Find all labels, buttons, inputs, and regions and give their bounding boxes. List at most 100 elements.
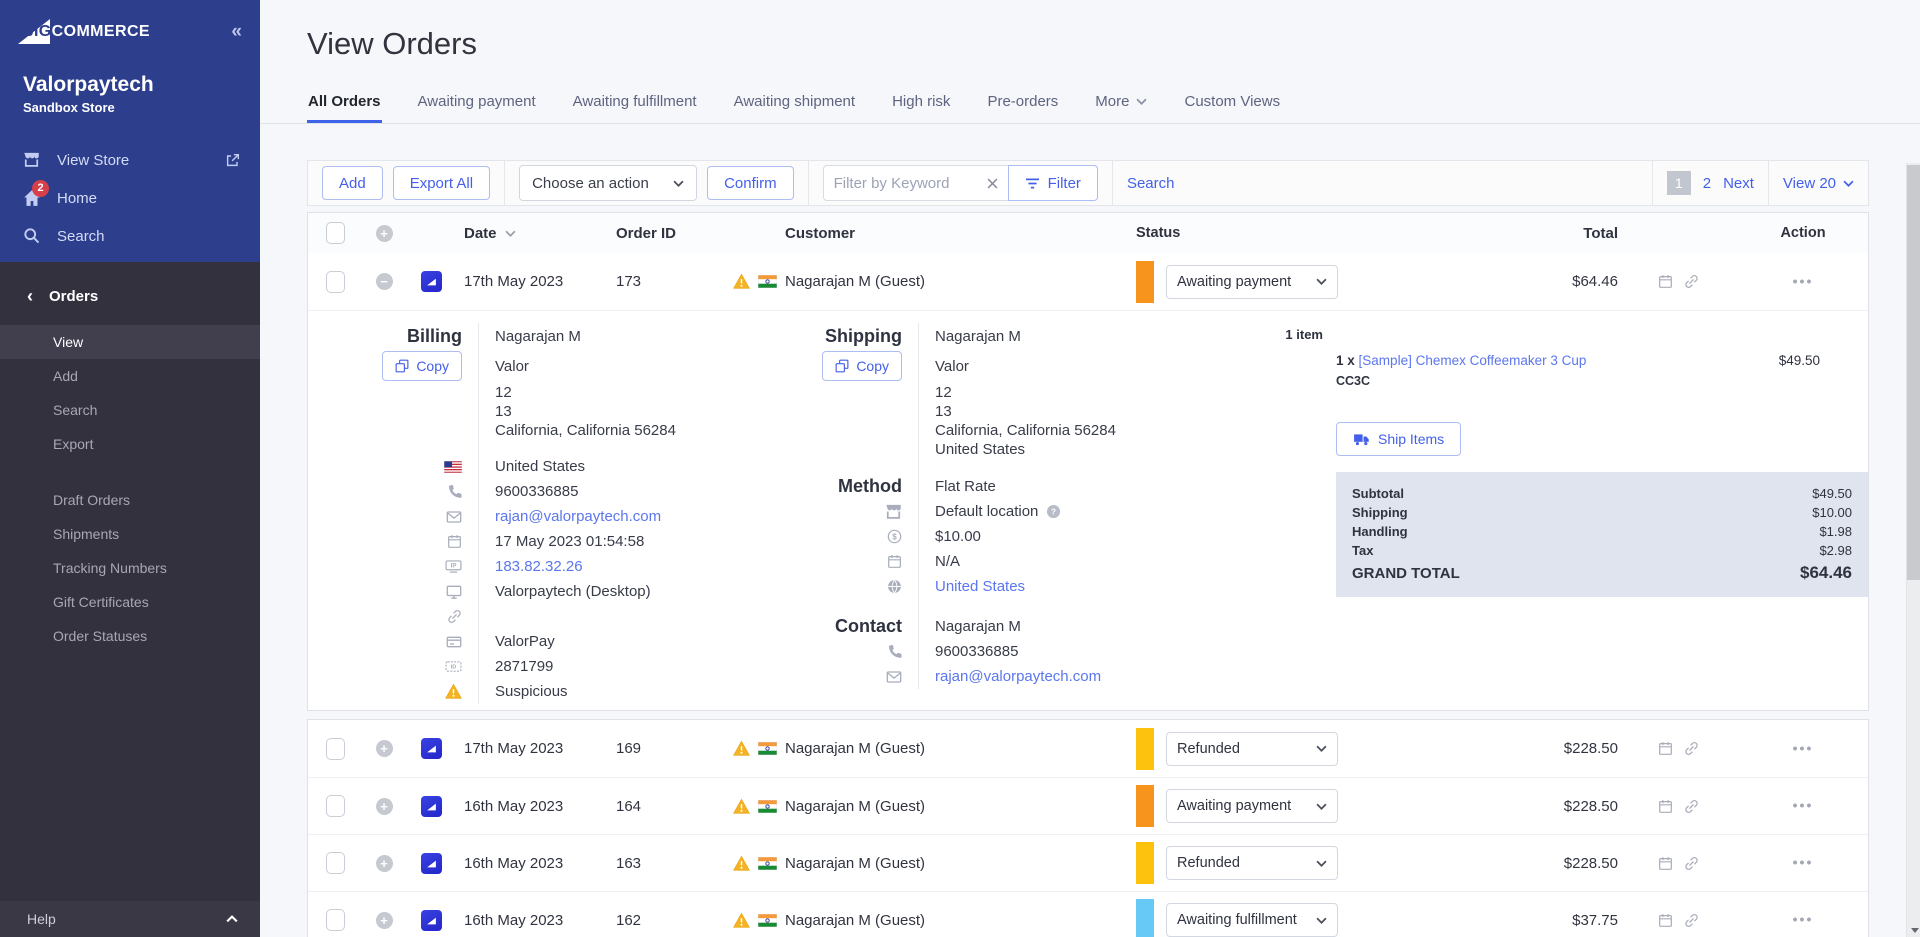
tab-high-risk[interactable]: High risk [891,85,951,123]
tab-awaiting-shipment[interactable]: Awaiting shipment [733,85,856,123]
calendar-icon[interactable] [1658,274,1673,289]
scrollbar-down-arrow[interactable] [1911,928,1919,933]
status-value: Awaiting fulfillment [1177,912,1297,928]
export-all-button[interactable]: Export All [392,166,491,200]
status-select[interactable]: Refunded [1166,731,1338,766]
sidebar-item-view[interactable]: View [0,325,260,359]
clear-filter-icon[interactable] [987,178,998,189]
bulk-action-value: Choose an action [532,174,649,192]
more-actions-button[interactable]: ••• [1793,740,1814,756]
chain-icon[interactable] [1684,741,1699,756]
calendar-icon[interactable] [1658,913,1673,928]
external-link-icon[interactable] [225,153,240,168]
detail-value[interactable]: rajan@valorpaytech.com [935,668,1101,685]
keyword-filter-field [822,165,1009,201]
expand-row-icon[interactable] [375,854,393,872]
filter-button[interactable]: Filter [1007,165,1098,201]
tab-pre-orders[interactable]: Pre-orders [986,85,1059,123]
calendar-icon[interactable] [1658,799,1673,814]
sidebar-item-shipments[interactable]: Shipments [0,517,260,551]
globe-icon [887,579,902,594]
collapse-row-icon[interactable] [375,273,393,290]
sidebar-collapse-icon[interactable]: « [231,21,241,43]
sidebar-item-search[interactable]: Search [0,393,260,427]
calendar-icon[interactable] [1658,741,1673,756]
keyword-filter-input[interactable] [833,174,987,192]
tab-more[interactable]: More [1094,85,1148,123]
bulk-action-select[interactable]: Choose an action [519,165,698,201]
detail-value[interactable]: United States [935,578,1025,595]
sidebar-item-draft-orders[interactable]: Draft Orders [0,483,260,517]
scrollbar-thumb[interactable] [1907,165,1920,580]
sidebar-item-view-store[interactable]: View Store [23,141,240,179]
confirm-button[interactable]: Confirm [707,166,794,200]
add-order-button[interactable]: Add [322,166,383,200]
row-checkbox[interactable] [325,737,345,760]
main-content: View Orders All Orders Awaiting payment Aw… [260,0,1920,937]
calendar-icon[interactable] [1658,856,1673,871]
column-header-date[interactable]: Date [456,225,596,242]
more-actions-button[interactable]: ••• [1793,854,1814,870]
item-product-link[interactable]: [Sample] Chemex Coffeemaker 3 Cup [1359,353,1587,368]
expand-row-icon[interactable] [375,740,393,757]
row-checkbox[interactable] [325,270,345,293]
tab-awaiting-fulfillment[interactable]: Awaiting fulfillment [572,85,698,123]
status-column-label: Status [1136,225,1181,241]
chain-icon[interactable] [1684,274,1699,289]
us-flag-icon [444,460,462,473]
sidebar-item-order-statuses[interactable]: Order Statuses [0,619,260,653]
chain-icon[interactable] [1684,856,1699,871]
sidebar-item-add[interactable]: Add [0,359,260,393]
orders-table-rows: 17th May 2023 169 Nagarajan M (Guest) Refun… [307,719,1869,937]
detail-value[interactable]: 183.82.32.26 [495,558,583,575]
tab-all-orders[interactable]: All Orders [307,85,382,123]
pagination-next[interactable]: Next [1723,175,1754,192]
tab-awaiting-payment[interactable]: Awaiting payment [417,85,537,123]
status-select[interactable]: Awaiting payment [1166,789,1338,823]
status-select[interactable]: Awaiting payment [1166,264,1338,299]
tab-label: Awaiting shipment [733,93,856,110]
expand-all-icon[interactable] [375,224,393,242]
status-select[interactable]: Refunded [1166,846,1338,880]
vertical-scrollbar[interactable] [1906,163,1920,937]
orders-section-header[interactable]: ‹ Orders [0,286,260,307]
sidebar-item-search[interactable]: Search [23,217,240,255]
select-all-checkbox[interactable] [325,222,345,244]
row-checkbox[interactable] [325,852,345,874]
total-label: Shipping [1352,505,1408,520]
more-actions-button[interactable]: ••• [1793,797,1814,813]
warning-icon [733,798,750,815]
filter-button-label: Filter [1047,174,1081,192]
search-link[interactable]: Search [1127,175,1175,192]
chain-icon[interactable] [1684,799,1699,814]
shipping-copy-button[interactable]: Copy [822,351,902,381]
sidebar-item-gift-certificates[interactable]: Gift Certificates [0,585,260,619]
help-button[interactable]: Help [0,901,260,937]
detail-value: Flat Rate [935,477,996,495]
expand-row-icon[interactable] [375,797,393,815]
status-select[interactable]: Awaiting fulfillment [1166,903,1338,937]
detail-value: ValorPay [495,633,555,650]
sidebar-item-home[interactable]: 2 Home [23,179,240,217]
detail-value[interactable]: rajan@valorpaytech.com [495,508,661,525]
sidebar-item-label: Search [57,227,105,245]
ship-items-button[interactable]: Ship Items [1336,422,1462,456]
detail-value: 12 [935,384,952,401]
row-checkbox[interactable] [325,795,345,817]
pagination-page-2[interactable]: 2 [1703,175,1711,192]
more-actions-button[interactable]: ••• [1793,911,1814,927]
customer-name: Nagarajan M (Guest) [785,854,926,872]
view-count-select[interactable]: View 20 [1783,175,1854,192]
ship-items-label: Ship Items [1378,431,1445,447]
warning-icon [733,912,750,929]
detail-value: California, California 56284 [495,422,676,439]
sidebar-item-tracking-numbers[interactable]: Tracking Numbers [0,551,260,585]
chain-icon[interactable] [1684,913,1699,928]
expand-row-icon[interactable] [375,911,393,929]
sidebar-item-export[interactable]: Export [0,427,260,461]
more-actions-button[interactable]: ••• [1793,273,1814,289]
question-icon[interactable]: ? [1046,504,1061,519]
row-checkbox[interactable] [325,909,345,931]
billing-copy-button[interactable]: Copy [382,351,462,381]
tab-custom-views[interactable]: Custom Views [1183,85,1281,123]
